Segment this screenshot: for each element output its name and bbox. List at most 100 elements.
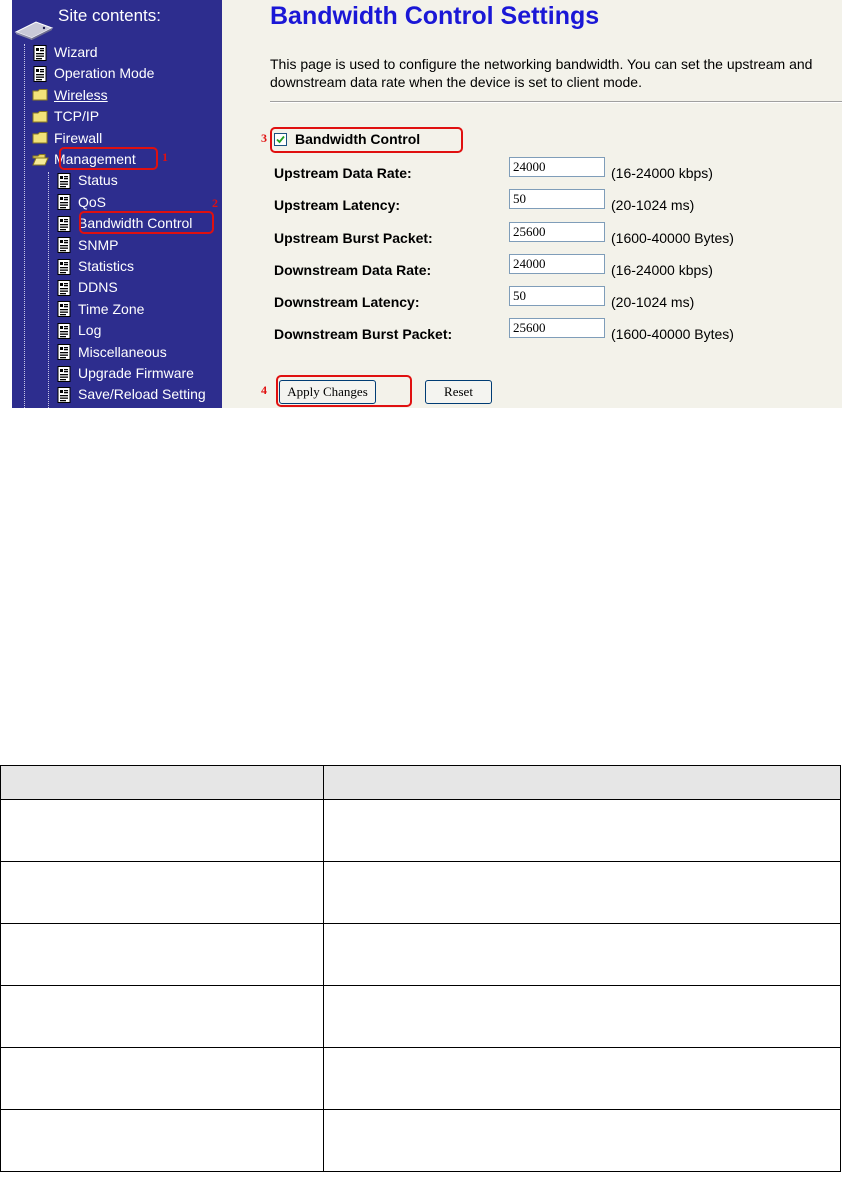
sidebar-item-log[interactable]: Log (56, 321, 101, 340)
downstream-burst-packet-range-hint: (1600-40000 Bytes) (611, 326, 734, 342)
folder-icon (32, 87, 49, 103)
page-icon (32, 44, 49, 61)
table-cell (323, 923, 841, 986)
sidebar-item-label: Upgrade Firmware (78, 365, 194, 381)
callout-number-1: 1 (162, 150, 168, 164)
callout-box-4 (276, 375, 412, 407)
sidebar-item-miscellaneous[interactable]: Miscellaneous (56, 343, 167, 362)
page-title: Bandwidth Control Settings (270, 2, 600, 30)
table-cell (0, 923, 324, 986)
screenshot: Site contents: Wizard Operation Mode Wirel… (12, 0, 842, 408)
page-icon (56, 215, 73, 232)
table-body (0, 799, 841, 1172)
reset-button[interactable]: Reset (425, 380, 492, 404)
upstream-latency-range-hint: (20-1024 ms) (611, 197, 695, 213)
table-row (0, 1047, 841, 1110)
table-row (0, 799, 841, 862)
downstream-burst-packet-input[interactable] (509, 318, 605, 338)
table-cell (323, 1109, 841, 1172)
upstream-burst-packet-input[interactable] (509, 222, 605, 242)
page-icon (56, 258, 73, 275)
upstream-latency-label: Upstream Latency: (274, 197, 401, 213)
sidebar-item-status[interactable]: Status (56, 171, 118, 190)
router-icon (14, 21, 54, 40)
sidebar-item-tcp-ip[interactable]: TCP/IP (32, 107, 99, 126)
table-row (0, 923, 841, 986)
sidebar-item-label: Firewall (54, 129, 103, 146)
tree-connector (24, 44, 25, 408)
table-header-cell (323, 765, 841, 800)
table-header-row (0, 765, 841, 800)
page-icon (56, 322, 73, 339)
sidebar-item-qos[interactable]: QoS (56, 193, 106, 212)
downstream-latency-label: Downstream Latency: (274, 294, 420, 310)
upstream-latency-input[interactable] (509, 189, 605, 209)
sidebar-item-upgrade-firmware[interactable]: Upgrade Firmware (56, 364, 194, 383)
table-cell (323, 1047, 841, 1110)
sidebar-item-statistics[interactable]: Statistics (56, 257, 134, 276)
sidebar-item-firewall[interactable]: Firewall (32, 129, 102, 148)
sidebar-item-ddns[interactable]: DDNS (56, 278, 118, 297)
table-row (0, 985, 841, 1048)
sidebar-item-label: Save/Reload Setting (78, 386, 206, 403)
callout-number-4: 4 (261, 383, 267, 397)
sidebar-item-label: Wizard (54, 44, 98, 60)
callout-box-3 (270, 127, 463, 153)
sidebar: Site contents: Wizard Operation Mode Wirel… (12, 0, 222, 408)
sidebar-item-label: QoS (78, 193, 107, 210)
folder-icon (32, 109, 49, 125)
folder-icon (32, 130, 49, 146)
page-icon (56, 172, 73, 189)
table-cell (0, 799, 324, 862)
callout-number-3: 3 (261, 131, 267, 145)
upstream-data-rate-input[interactable] (509, 157, 605, 177)
sidebar-item-operation-mode[interactable]: Operation Mode (32, 64, 154, 83)
sidebar-item-label: TCP/IP (54, 108, 100, 125)
table-header-cell (0, 765, 324, 800)
sidebar-item-label: Log (78, 322, 102, 339)
page-icon (56, 386, 73, 403)
sidebar-item-wireless[interactable]: Wireless (32, 86, 108, 105)
divider (270, 101, 842, 103)
upstream-data-rate-label: Upstream Data Rate: (274, 165, 412, 181)
sidebar-item-save-reload-setting[interactable]: Save/Reload Setting (56, 385, 206, 404)
downstream-data-rate-label: Downstream Data Rate: (274, 262, 432, 278)
downstream-data-rate-range-hint: (16-24000 kbps) (611, 262, 713, 278)
page-icon (56, 365, 73, 382)
downstream-burst-packet-label: Downstream Burst Packet: (274, 326, 453, 342)
open-folder-icon (32, 152, 49, 168)
page-icon (56, 194, 73, 211)
table-row (0, 861, 841, 924)
callout-number-2: 2 (212, 196, 218, 210)
page-icon (56, 344, 73, 361)
tree-connector (48, 172, 49, 408)
table-cell (323, 799, 841, 862)
sidebar-item-snmp[interactable]: SNMP (56, 236, 118, 255)
page-icon (32, 65, 49, 82)
sidebar-item-label: Status (78, 172, 118, 189)
table-row (0, 1109, 841, 1172)
table-cell (323, 985, 841, 1048)
downstream-latency-range-hint: (20-1024 ms) (611, 294, 695, 310)
sidebar-item-label: Time Zone (78, 300, 145, 317)
page-icon (56, 237, 73, 254)
table-cell (0, 861, 324, 924)
downstream-latency-input[interactable] (509, 286, 605, 306)
downstream-data-rate-input[interactable] (509, 254, 605, 274)
sidebar-item-time-zone[interactable]: Time Zone (56, 300, 144, 319)
upstream-burst-packet-label: Upstream Burst Packet: (274, 230, 433, 246)
sidebar-item-label: Statistics (78, 258, 135, 274)
table-cell (0, 1047, 324, 1110)
sidebar-item-label: Miscellaneous (78, 343, 167, 360)
upstream-data-rate-range-hint: (16-24000 kbps) (611, 165, 713, 181)
content-panel: Bandwidth Control Settings This page is … (222, 0, 842, 408)
sidebar-item-label: SNMP (78, 236, 119, 253)
table-cell (0, 985, 324, 1048)
sidebar-item-wizard[interactable]: Wizard (32, 43, 98, 62)
upstream-burst-packet-range-hint: (1600-40000 Bytes) (611, 230, 734, 246)
sidebar-item-label: Wireless (54, 86, 108, 103)
callout-box-2 (79, 211, 214, 234)
page-description: This page is used to configure the netwo… (270, 56, 813, 90)
page-icon (56, 279, 73, 296)
site-contents-title: Site contents: (58, 6, 162, 25)
